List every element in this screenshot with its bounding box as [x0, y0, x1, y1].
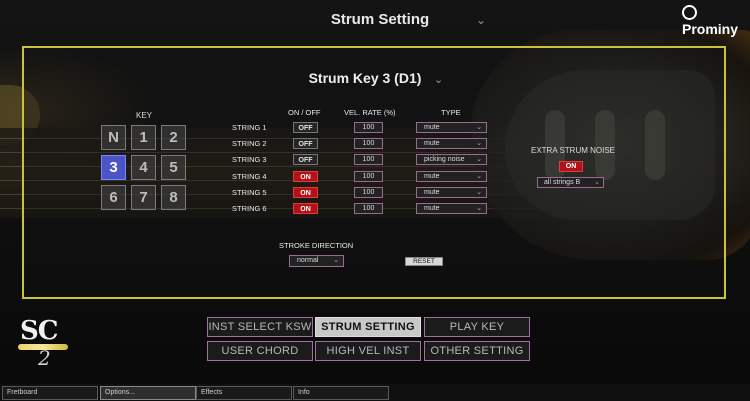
string-1-onoff-toggle[interactable]: OFF	[293, 122, 318, 133]
string-6-vel-field[interactable]: 100	[354, 203, 383, 214]
logo-letters: SC	[20, 316, 58, 346]
chevron-down-icon: ⌄	[333, 257, 339, 264]
key-button-6[interactable]: 6	[101, 185, 126, 210]
string-5-type-value: mute	[424, 189, 440, 196]
prominy-logo-icon	[682, 5, 697, 20]
key-grid: N 1 2 3 4 5 6 7 8	[101, 125, 187, 211]
logo-number: 2	[38, 346, 51, 370]
string-2-vel-field[interactable]: 100	[354, 138, 383, 149]
bottom-tab-bar: Fretboard Options... Effects Info	[0, 384, 750, 401]
string-3-onoff-toggle[interactable]: OFF	[293, 154, 318, 165]
onoff-column-header: ON / OFF	[288, 108, 321, 117]
stroke-direction-value: normal	[297, 257, 319, 264]
play-key-button[interactable]: PLAY KEY	[424, 317, 530, 337]
high-vel-inst-button[interactable]: HIGH VEL INST	[315, 341, 421, 361]
string-5-type-select[interactable]: mute ⌄	[416, 187, 487, 198]
chevron-down-icon: ⌄	[476, 173, 482, 180]
chevron-down-icon: ⌄	[476, 124, 482, 131]
brand-name: Prominy	[682, 21, 739, 37]
tab-fretboard[interactable]: Fretboard	[2, 386, 98, 400]
extra-strum-noise-toggle[interactable]: ON	[559, 161, 583, 172]
string-1-vel-field[interactable]: 100	[354, 122, 383, 133]
tab-options[interactable]: Options...	[100, 386, 196, 400]
vel-rate-column-header: VEL. RATE (%)	[344, 108, 396, 117]
string-3-vel-field[interactable]: 100	[354, 154, 383, 165]
chevron-down-icon[interactable]: ⌄	[434, 73, 443, 86]
string-2-type-value: mute	[424, 140, 440, 147]
page-title[interactable]: Strum Setting	[300, 11, 460, 28]
reset-button[interactable]: RESET	[405, 257, 443, 266]
stroke-direction-select[interactable]: normal ⌄	[289, 255, 344, 267]
inst-select-ksw-button[interactable]: INST SELECT KSW	[207, 317, 313, 337]
extra-strum-noise-select[interactable]: all strings B ⌄	[537, 177, 604, 188]
extra-strum-noise-value: all strings B	[544, 179, 581, 186]
tab-effects[interactable]: Effects	[196, 386, 292, 400]
string-4-vel-field[interactable]: 100	[354, 171, 383, 182]
stroke-direction-label: STROKE DIRECTION	[279, 241, 354, 250]
chevron-down-icon: ⌄	[476, 156, 482, 163]
string-3-label: STRING 3	[232, 155, 267, 164]
key-button-7[interactable]: 7	[131, 185, 156, 210]
string-6-type-select[interactable]: mute ⌄	[416, 203, 487, 214]
chevron-down-icon: ⌄	[476, 189, 482, 196]
string-2-label: STRING 2	[232, 139, 267, 148]
string-6-onoff-toggle[interactable]: ON	[293, 203, 318, 214]
string-4-onoff-toggle[interactable]: ON	[293, 171, 318, 182]
string-2-onoff-toggle[interactable]: OFF	[293, 138, 318, 149]
string-4-type-value: mute	[424, 173, 440, 180]
string-4-type-select[interactable]: mute ⌄	[416, 171, 487, 182]
string-6-label: STRING 6	[232, 204, 267, 213]
sc2-logo: SC 2	[18, 316, 74, 370]
string-1-type-value: mute	[424, 124, 440, 131]
key-button-4[interactable]: 4	[131, 155, 156, 180]
strum-key-title[interactable]: Strum Key 3 (D1)	[300, 70, 430, 86]
string-3-type-select[interactable]: picking noise ⌄	[416, 154, 487, 165]
key-label: KEY	[136, 111, 153, 120]
string-2-type-select[interactable]: mute ⌄	[416, 138, 487, 149]
chevron-down-icon: ⌄	[594, 179, 600, 186]
key-button-3[interactable]: 3	[101, 155, 126, 180]
chevron-down-icon[interactable]: ⌄	[476, 13, 486, 27]
key-button-5[interactable]: 5	[161, 155, 186, 180]
user-chord-button[interactable]: USER CHORD	[207, 341, 313, 361]
string-4-label: STRING 4	[232, 172, 267, 181]
string-1-type-select[interactable]: mute ⌄	[416, 122, 487, 133]
string-5-onoff-toggle[interactable]: ON	[293, 187, 318, 198]
chevron-down-icon: ⌄	[476, 140, 482, 147]
chevron-down-icon: ⌄	[476, 205, 482, 212]
extra-strum-noise-label: EXTRA STRUM NOISE	[531, 146, 616, 155]
type-column-header: TYPE	[441, 108, 461, 117]
key-button-1[interactable]: 1	[131, 125, 156, 150]
string-1-label: STRING 1	[232, 123, 267, 132]
brand-logo: Prominy	[682, 5, 750, 37]
other-setting-button[interactable]: OTHER SETTING	[424, 341, 530, 361]
string-5-label: STRING 5	[232, 188, 267, 197]
string-3-type-value: picking noise	[424, 156, 465, 163]
tab-info[interactable]: Info	[293, 386, 389, 400]
string-6-type-value: mute	[424, 205, 440, 212]
key-button-2[interactable]: 2	[161, 125, 186, 150]
key-button-n[interactable]: N	[101, 125, 126, 150]
string-5-vel-field[interactable]: 100	[354, 187, 383, 198]
strum-setting-button[interactable]: STRUM SETTING	[315, 317, 421, 337]
key-button-8[interactable]: 8	[161, 185, 186, 210]
